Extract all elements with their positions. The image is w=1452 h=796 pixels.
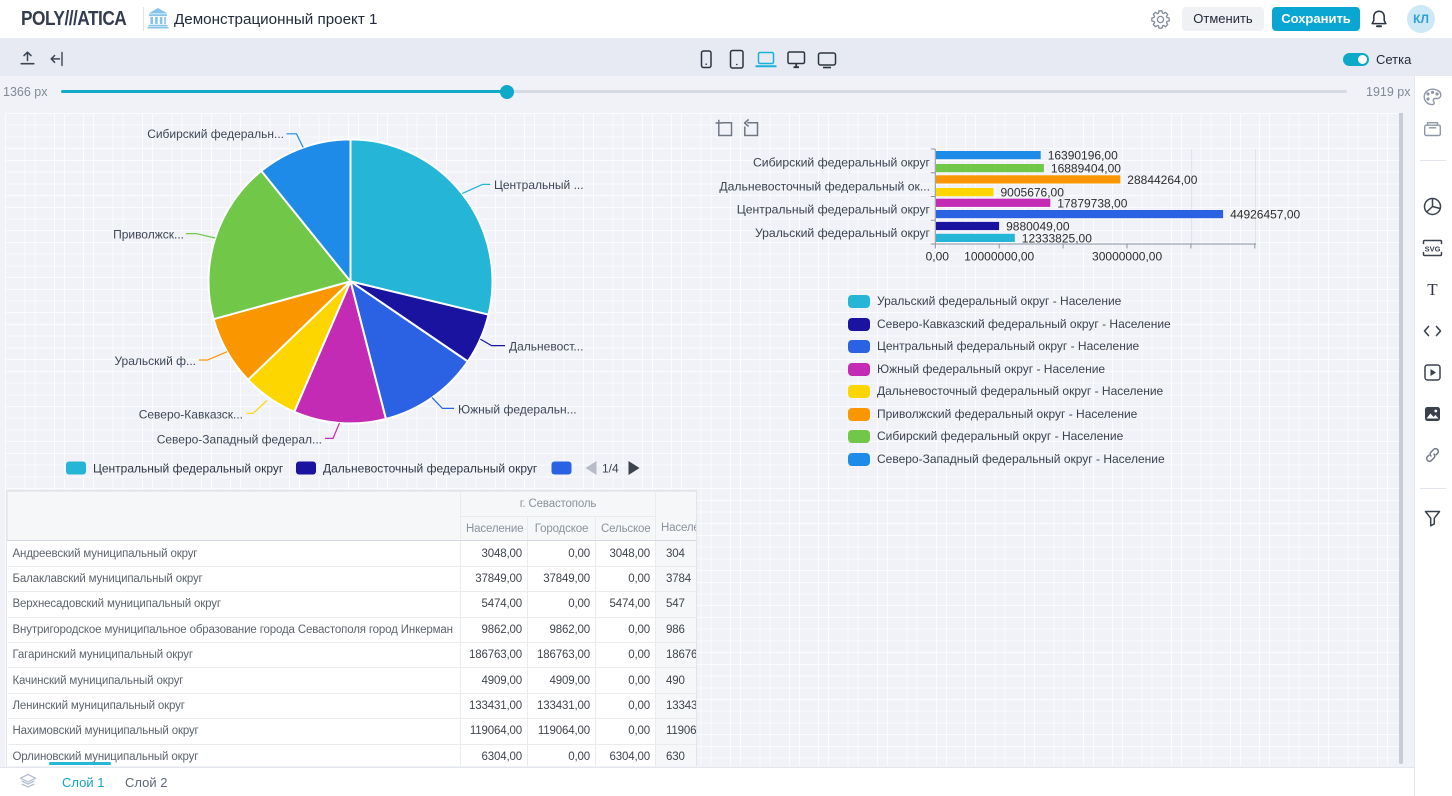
svg-text:Северо-Кавказск...: Северо-Кавказск... xyxy=(139,408,243,422)
svg-text:16889404,00: 16889404,00 xyxy=(1051,162,1121,176)
svg-text:Центральный ...: Центральный ... xyxy=(494,178,584,192)
svg-text:9005676,00: 9005676,00 xyxy=(1001,186,1065,200)
svg-text:Уральский ф...: Уральский ф... xyxy=(114,354,196,368)
svg-text:SVG: SVG xyxy=(1425,244,1441,253)
svg-text:1/4: 1/4 xyxy=(602,462,619,476)
svg-text:Уральский федеральный округ: Уральский федеральный округ xyxy=(755,226,931,240)
svg-text:Центральный федеральный округ: Центральный федеральный округ xyxy=(93,462,284,476)
svg-text:Дальневосточный федеральный ок: Дальневосточный федеральный ок... xyxy=(719,179,930,193)
svg-text:16390196,00: 16390196,00 xyxy=(1048,149,1118,163)
svg-text:17879738,00: 17879738,00 xyxy=(1057,196,1127,210)
svg-text:Приволжск...: Приволжск... xyxy=(113,228,184,242)
svg-text:44926457,00: 44926457,00 xyxy=(1230,208,1300,222)
svg-text:12333825,00: 12333825,00 xyxy=(1022,231,1092,245)
svg-text:Северо-Западный федерал...: Северо-Западный федерал... xyxy=(157,433,322,447)
svg-text:30000000,00: 30000000,00 xyxy=(1092,250,1162,264)
svg-text:28844264,00: 28844264,00 xyxy=(1127,173,1197,187)
svg-text:10000000,00: 10000000,00 xyxy=(964,250,1034,264)
svg-text:Сибирский федеральн...: Сибирский федеральн... xyxy=(147,127,284,141)
svg-text:Сибирский федеральный округ: Сибирский федеральный округ xyxy=(753,156,931,170)
svg-text:Дальневост...: Дальневост... xyxy=(509,340,583,354)
svg-text:0,00: 0,00 xyxy=(926,250,950,264)
svg-text:Дальневосточный федеральный ок: Дальневосточный федеральный округ xyxy=(323,462,538,476)
svg-text:Центральный федеральный округ: Центральный федеральный округ xyxy=(737,203,931,217)
svg-text:Южный федеральн...: Южный федеральн... xyxy=(458,403,577,417)
